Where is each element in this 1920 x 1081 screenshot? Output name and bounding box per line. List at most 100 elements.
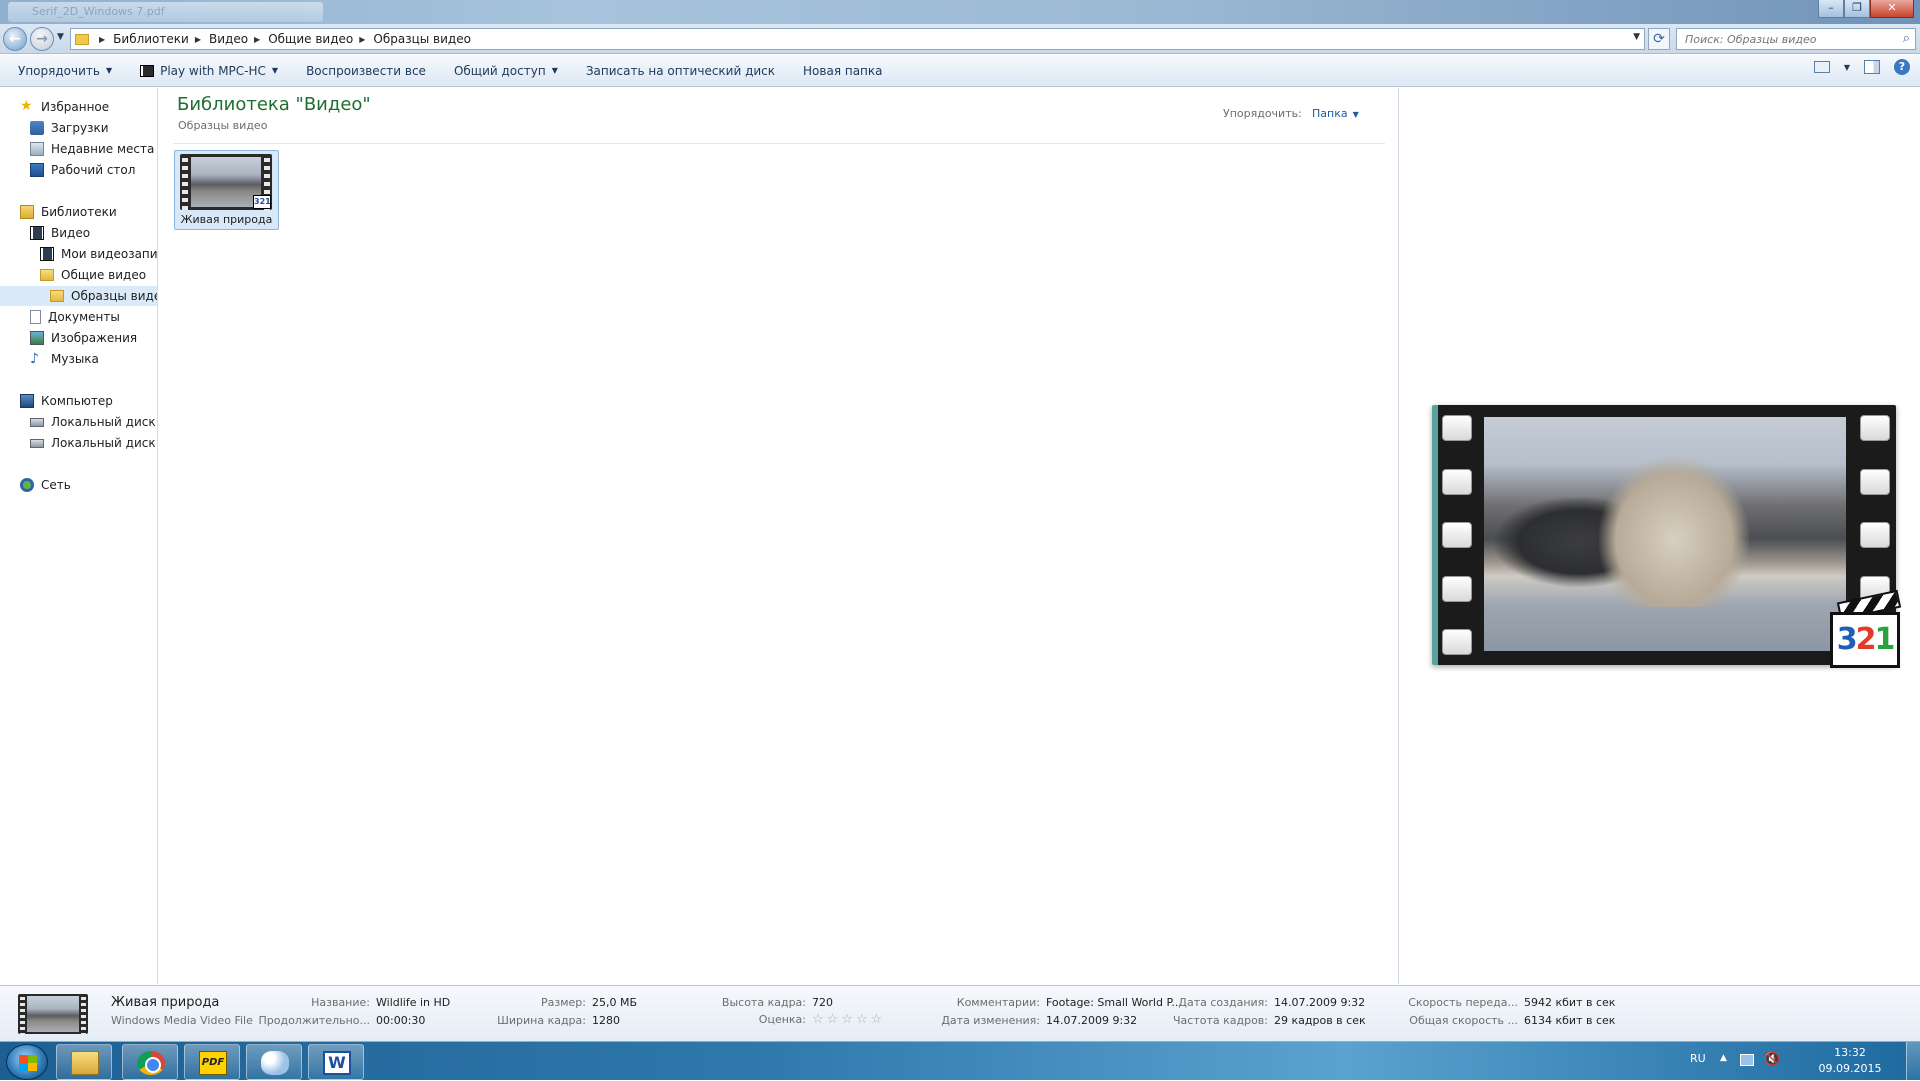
taskbar-pdf[interactable]: PDF <box>184 1044 240 1080</box>
details-file-name: Живая природа <box>111 995 220 1010</box>
chevron-right-icon[interactable]: ▶ <box>359 35 365 44</box>
taskbar-word[interactable]: W <box>308 1044 364 1080</box>
libraries-icon <box>20 205 34 219</box>
show-desktop-button[interactable] <box>1906 1042 1920 1081</box>
nav-disk-c[interactable]: Локальный диск (C <box>30 412 157 432</box>
arrange-by-dropdown[interactable]: Папка ▼ <box>1312 107 1359 120</box>
windows-logo-icon <box>19 1055 37 1071</box>
chevron-right-icon[interactable]: ▶ <box>195 35 201 44</box>
nav-my-videos[interactable]: Мои видеозаписи <box>40 244 157 264</box>
play-all-button[interactable]: Воспроизвести все <box>296 59 436 83</box>
nav-computer[interactable]: Компьютер <box>20 391 113 411</box>
recent-pages-dropdown[interactable]: ▼ <box>57 32 64 42</box>
windows-disk-icon <box>30 417 44 427</box>
badge-digit: 2 <box>1855 622 1877 657</box>
divider <box>173 143 1385 144</box>
show-hidden-icons-icon[interactable]: ▲ <box>1720 1053 1727 1063</box>
nav-desktop[interactable]: Рабочий стол <box>30 160 135 180</box>
refresh-button[interactable]: ⟳ <box>1648 28 1670 50</box>
nav-label: Документы <box>48 310 120 324</box>
preview-pane <box>1398 88 1920 984</box>
minimize-button[interactable]: – <box>1818 0 1844 18</box>
nav-downloads[interactable]: Загрузки <box>30 118 109 138</box>
network-tray-icon[interactable] <box>1740 1054 1754 1066</box>
taskbar-paint[interactable] <box>246 1044 302 1080</box>
language-indicator[interactable]: RU <box>1690 1052 1706 1065</box>
film-strip <box>20 994 25 1034</box>
nav-documents[interactable]: Документы <box>30 307 120 327</box>
forward-button[interactable]: → <box>30 27 54 51</box>
prop-value: 1280 <box>592 1014 620 1027</box>
arrow-left-icon: ← <box>9 31 21 47</box>
nav-music[interactable]: ♪ Музыка <box>30 349 99 369</box>
play-with-mpc-button[interactable]: Play with MPC-HC ▼ <box>130 59 288 83</box>
breadcrumb-libraries[interactable]: Библиотеки <box>113 32 189 46</box>
details-file-type: Windows Media Video File <box>111 1014 253 1027</box>
prop-key: Дата создания: <box>1178 996 1268 1009</box>
nav-disk-d[interactable]: Локальный диск (D <box>30 433 157 453</box>
address-row: ← → ▼ ▶ Библиотеки ▶ Видео ▶ Общие видео… <box>0 24 1920 54</box>
video-preview[interactable] <box>1432 405 1896 665</box>
volume-muted-icon[interactable]: 🔇 <box>1764 1052 1780 1067</box>
prop-value: 00:00:30 <box>376 1014 426 1027</box>
downloads-icon <box>30 121 44 135</box>
star-icon: ★ <box>20 98 33 114</box>
details-thumbnail <box>18 994 88 1034</box>
share-button[interactable]: Общий доступ ▼ <box>444 59 568 83</box>
file-item-wildlife[interactable]: 321 Живая природа <box>174 150 279 230</box>
chevron-right-icon[interactable]: ▶ <box>99 35 105 44</box>
nav-video[interactable]: Видео <box>30 223 90 243</box>
search-icon[interactable]: ⌕ <box>1903 31 1910 46</box>
search-input[interactable] <box>1677 29 1877 49</box>
prop-rating[interactable]: Оценка: ☆☆☆☆☆ <box>700 1012 885 1027</box>
address-dropdown-icon[interactable]: ▼ <box>1633 32 1640 42</box>
thumbnail-image <box>191 157 261 207</box>
address-bar[interactable]: ▶ Библиотеки ▶ Видео ▶ Общие видео ▶ Обр… <box>70 28 1645 50</box>
chevron-down-icon: ▼ <box>551 66 558 75</box>
prop-title[interactable]: Название: Wildlife in HD <box>300 996 450 1009</box>
chevron-right-icon[interactable]: ▶ <box>254 35 260 44</box>
nav-public-videos[interactable]: Общие видео <box>40 265 146 285</box>
file-name-label: Живая природа <box>180 213 273 226</box>
preview-image <box>1484 417 1846 651</box>
chevron-down-icon: ▼ <box>105 66 113 75</box>
nav-favorites[interactable]: ★ Избранное <box>20 97 109 117</box>
nav-recent-places[interactable]: Недавние места <box>30 139 154 159</box>
taskbar-chrome[interactable] <box>122 1044 178 1080</box>
prop-comments[interactable]: Комментарии: Footage: Small World P... <box>930 996 1182 1009</box>
burn-button[interactable]: Записать на оптический диск <box>576 59 785 83</box>
preview-pane-icon[interactable] <box>1864 60 1880 74</box>
clock-time[interactable]: 13:32 <box>1810 1046 1890 1059</box>
maximize-button[interactable]: ❐ <box>1844 0 1870 18</box>
prop-frame-rate: Частота кадров: 29 кадров в сек <box>1160 1014 1366 1027</box>
taskbar-explorer[interactable] <box>56 1044 112 1080</box>
start-button[interactable] <box>6 1044 48 1080</box>
chevron-down-icon: ▼ <box>1352 110 1359 119</box>
arrange-by-label: Упорядочить: <box>1223 107 1302 120</box>
view-dropdown-icon[interactable]: ▼ <box>1844 63 1850 72</box>
breadcrumb-sample-videos[interactable]: Образцы видео <box>373 32 471 46</box>
clock-date[interactable]: 09.09.2015 <box>1810 1062 1890 1075</box>
nav-network[interactable]: Сеть <box>20 475 71 495</box>
breadcrumb-public-videos[interactable]: Общие видео <box>268 32 353 46</box>
search-box[interactable]: ⌕ <box>1676 28 1916 50</box>
nav-pictures[interactable]: Изображения <box>30 328 137 348</box>
details-pane: Живая природа Windows Media Video File Н… <box>0 985 1920 1041</box>
change-view-icon[interactable] <box>1813 61 1830 73</box>
nav-label: Локальный диск (D <box>51 436 157 450</box>
network-icon <box>20 478 34 492</box>
nav-libraries[interactable]: Библиотеки <box>20 202 117 222</box>
prop-key: Продолжительно... <box>258 1014 370 1027</box>
close-button[interactable]: ✕ <box>1870 0 1914 18</box>
breadcrumb-video[interactable]: Видео <box>209 32 248 46</box>
organize-button[interactable]: Упорядочить ▼ <box>8 59 122 83</box>
paint-icon <box>261 1051 289 1075</box>
help-icon[interactable]: ? <box>1894 59 1910 75</box>
new-folder-button[interactable]: Новая папка <box>793 59 892 83</box>
nav-label: Избранное <box>41 100 110 114</box>
file-list-area[interactable]: Библиотека "Видео" Образцы видео Упорядо… <box>159 88 1397 984</box>
nav-sample-videos[interactable]: Образцы видео <box>0 286 157 306</box>
back-button[interactable]: ← <box>3 27 27 51</box>
organize-label: Упорядочить <box>18 63 100 78</box>
rating-stars-icon[interactable]: ☆☆☆☆☆ <box>812 1012 885 1027</box>
